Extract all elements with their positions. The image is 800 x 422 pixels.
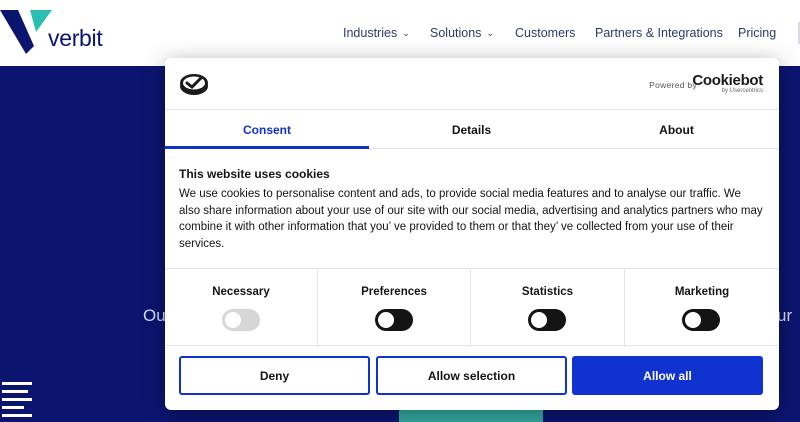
nav-item-label: Industries: [343, 26, 398, 40]
consent-title: This website uses cookies: [179, 167, 330, 181]
nav-item-label: Customers: [515, 26, 576, 40]
nav-item-label: Partners & Integrations: [595, 26, 723, 40]
main-nav: Industries ⌄ Solutions ⌄ Customers Partner…: [0, 26, 800, 42]
tab-consent[interactable]: Consent: [165, 111, 369, 149]
dialog-tabs: Consent Details About: [165, 111, 779, 149]
chevron-down-icon: ⌄: [486, 28, 494, 38]
allow-selection-button[interactable]: Allow selection: [376, 356, 567, 395]
nav-item-partners-integrations[interactable]: Partners & Integrations: [595, 26, 723, 40]
tab-details[interactable]: Details: [369, 111, 574, 149]
nav-item-solutions[interactable]: Solutions ⌄: [430, 26, 494, 40]
cookie-consent-dialog: Powered by Cookiebot by Usercentrics Con…: [165, 58, 779, 410]
statistics-toggle[interactable]: [528, 309, 566, 331]
nav-item-pricing[interactable]: Pricing: [738, 26, 776, 40]
category-label: Statistics: [521, 286, 574, 298]
category-label: Necessary: [212, 286, 270, 298]
site-header: verbit Industries ⌄ Solutions ⌄ Customers …: [0, 0, 800, 66]
cookiebot-brand-sub: by Usercentrics: [721, 88, 763, 94]
necessary-toggle: [222, 309, 260, 331]
dialog-header: Powered by Cookiebot by Usercentrics: [165, 58, 779, 110]
powered-by-label: Powered by: [649, 80, 697, 90]
nav-item-industries[interactable]: Industries ⌄: [343, 26, 410, 40]
deny-button[interactable]: Deny: [179, 356, 370, 395]
hero-text-fragment-left: Ou: [143, 306, 166, 325]
nav-item-customers[interactable]: Customers: [515, 26, 575, 40]
category-marketing: Marketing: [625, 269, 779, 347]
category-label: Preferences: [361, 286, 427, 298]
marketing-toggle[interactable]: [682, 309, 720, 331]
nav-item-label: Solutions: [430, 26, 482, 40]
category-necessary: Necessary: [165, 269, 318, 347]
hamburger-lines-icon: [2, 382, 34, 422]
preferences-toggle[interactable]: [375, 309, 413, 331]
category-label: Marketing: [674, 286, 730, 298]
tab-about[interactable]: About: [574, 111, 779, 149]
category-statistics: Statistics: [471, 269, 625, 347]
cookiebot-logo-icon: [180, 74, 208, 95]
allow-all-button[interactable]: Allow all: [572, 356, 763, 395]
consent-description: We use cookies to personalise content an…: [179, 188, 763, 250]
hero-text-fragment-right: ur: [777, 306, 793, 325]
cookiebot-brand[interactable]: Cookiebot: [692, 72, 763, 89]
category-preferences: Preferences: [318, 269, 471, 347]
hero-cta-button[interactable]: [399, 408, 543, 422]
chevron-down-icon: ⌄: [402, 28, 410, 38]
nav-item-label: Pricing: [738, 26, 777, 40]
cookie-category-toggles: Necessary Preferences Statistics Marketi…: [165, 268, 779, 347]
